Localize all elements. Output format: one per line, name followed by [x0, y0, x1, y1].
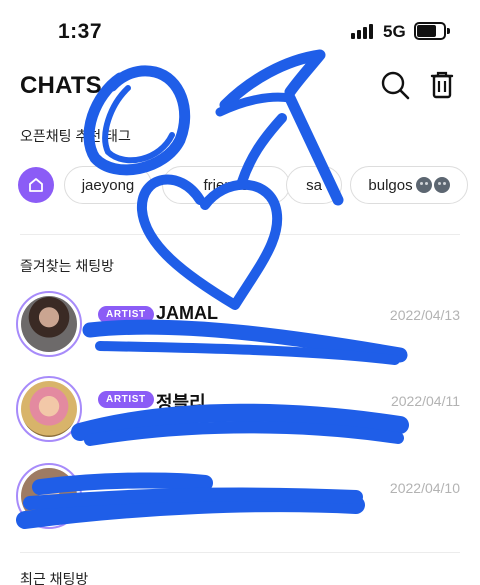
tag-chip-friends[interactable]: friends: [162, 166, 290, 204]
chat-date: 2022/04/13: [389, 307, 460, 323]
tag-chip-sa[interactable]: sa: [286, 166, 342, 204]
recent-section-title: 최근 채팅방: [20, 571, 89, 585]
battery-icon: [414, 22, 450, 40]
avatar: [16, 291, 82, 357]
search-icon[interactable]: [378, 68, 412, 102]
favorite-chat-row[interactable]: ARTIST JAMAL 2022/04/13: [0, 291, 480, 373]
trash-icon[interactable]: [425, 68, 459, 102]
tag-list: jaeyong friends sa bulgos: [18, 166, 480, 204]
face-emoji-icon: [433, 177, 450, 193]
tag-label: jaeyong: [81, 176, 135, 194]
face-emoji-icon: [415, 177, 432, 193]
network-label: 5G: [383, 22, 406, 41]
chat-name: JAMAL: [156, 303, 218, 323]
page-title: CHATS: [20, 72, 102, 99]
home-icon[interactable]: [18, 167, 54, 203]
chat-date: 2022/04/10: [389, 480, 460, 496]
favorite-chat-row[interactable]: ARTIST 정블리 2022/04/11: [0, 376, 480, 458]
artist-badge: ARTIST: [98, 391, 154, 408]
divider: [20, 552, 460, 553]
avatar: [16, 376, 82, 442]
tag-label: friends: [203, 176, 249, 194]
tag-label: sa: [306, 176, 322, 194]
avatar: [16, 463, 82, 529]
artist-badge: ARTIST: [98, 306, 154, 323]
tag-chip-jaeyong[interactable]: jaeyong: [64, 166, 152, 204]
status-time: 1:37: [58, 20, 103, 43]
tag-chip-bulgos[interactable]: bulgos: [350, 166, 468, 204]
chat-date: 2022/04/11: [390, 393, 460, 409]
favorite-chat-row[interactable]: 2022/04/10: [0, 463, 480, 545]
tag-label: bulgos: [368, 176, 413, 194]
divider: [20, 234, 460, 235]
favorites-section-title: 즐겨찾는 채팅방: [20, 258, 115, 274]
chat-name: 정블리: [156, 393, 206, 413]
status-bar: 1:37 5G: [0, 0, 480, 56]
signal-icon: [351, 23, 377, 39]
tags-section-title: 오픈채팅 추천 태그: [20, 128, 131, 144]
